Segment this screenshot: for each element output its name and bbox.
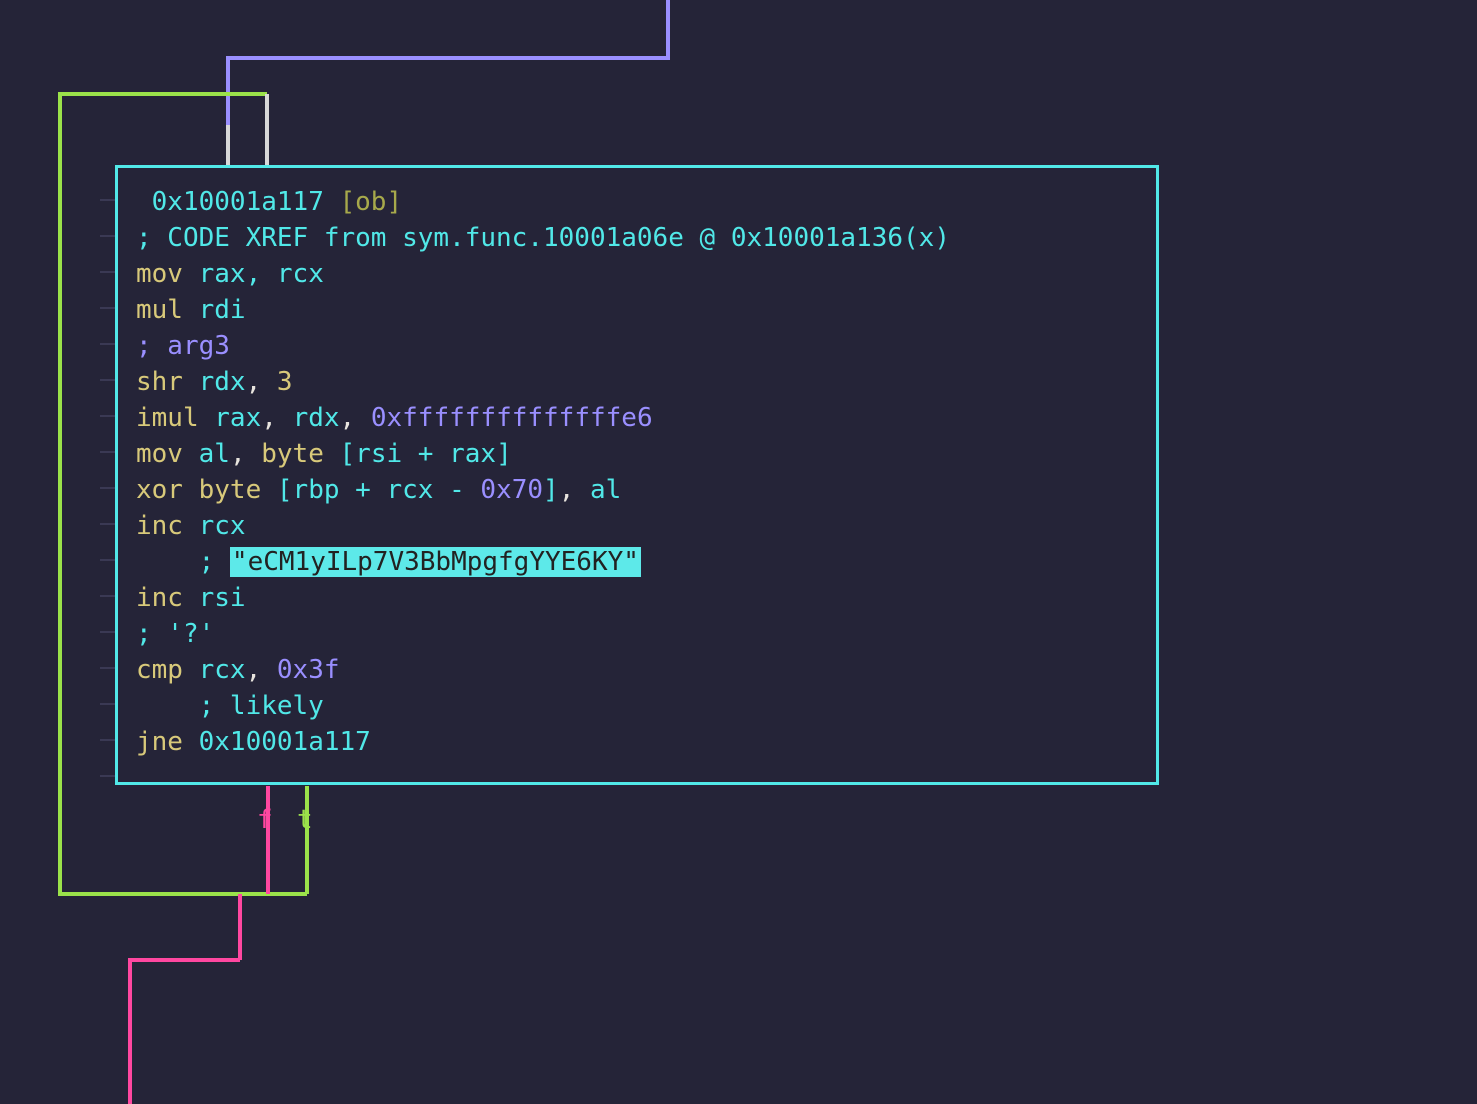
insn-shr: shr rdx, 3	[136, 367, 293, 397]
insn-mov-rax-rcx: mov rax, rcx	[136, 259, 324, 289]
basic-block[interactable]: 0x10001a117 [ob] ; CODE XREF from sym.fu…	[115, 165, 1159, 785]
insn-inc-rsi: inc rsi	[136, 583, 246, 613]
comment-questionmark: ; '?'	[136, 619, 214, 649]
insn-xor: xor byte [rbp + rcx - 0x70], al	[136, 475, 621, 505]
gutter-ticks	[100, 200, 116, 776]
flow-edge-stub	[228, 94, 267, 165]
disassembly-listing: 0x10001a117 [ob] ; CODE XREF from sym.fu…	[136, 184, 1138, 760]
comment-string: ; "eCM1yILp7V3BbMpgfgYYE6KY"	[136, 547, 641, 577]
flow-edge-bottom-magenta	[130, 894, 240, 1104]
insn-inc-rcx: inc rcx	[136, 511, 246, 541]
xref-comment: ; CODE XREF from sym.func.10001a06e @ 0x…	[136, 223, 950, 253]
comment-likely: ; likely	[136, 691, 324, 721]
addr-line: 0x10001a117 [ob]	[136, 187, 402, 217]
branch-label-false: f	[257, 802, 273, 838]
insn-cmp: cmp rcx, 0x3f	[136, 655, 340, 685]
insn-imul: imul rax, rdx, 0xffffffffffffffe6	[136, 403, 653, 433]
comment-arg3: ; arg3	[136, 331, 230, 361]
flow-edge-top-purple	[228, 0, 668, 126]
insn-jne: jne 0x10001a117	[136, 727, 371, 757]
branch-label-true: t	[297, 802, 313, 838]
flow-edge-false	[60, 786, 268, 894]
insn-mul-rdi: mul rdi	[136, 295, 246, 325]
insn-mov-al: mov al, byte [rsi + rax]	[136, 439, 512, 469]
